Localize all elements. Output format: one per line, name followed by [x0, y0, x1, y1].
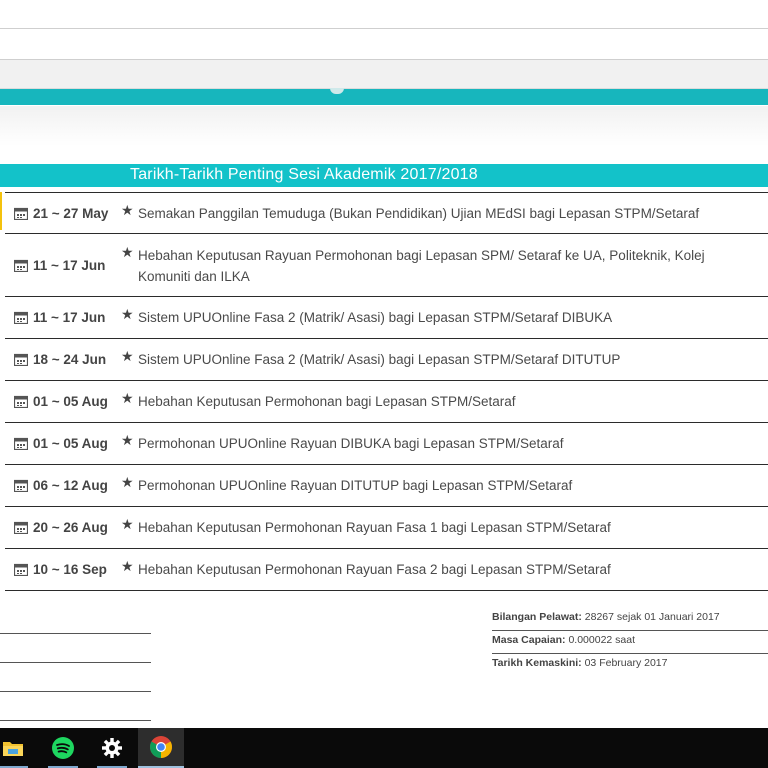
row-date: 01 ~ 05 Aug: [14, 381, 108, 422]
site-teal-bar: [0, 88, 768, 105]
table-row: 10 ~ 16 Sep ★ Hebahan Keputusan Permohon…: [5, 549, 768, 591]
row-date-text: 20 ~ 26 Aug: [33, 520, 108, 535]
star-icon: ★: [121, 390, 134, 406]
last-updated: Tarikh Kemaskini: 03 February 2017: [492, 654, 768, 677]
last-updated-label: Tarikh Kemaskini:: [492, 657, 582, 669]
row-date-text: 11 ~ 17 Jun: [33, 258, 106, 273]
star-icon: ★: [121, 558, 134, 574]
row-date-text: 10 ~ 16 Sep: [33, 562, 107, 577]
table-row: 11 ~ 17 Jun ★ Sistem UPUOnline Fasa 2 (M…: [5, 297, 768, 339]
row-event-text: Hebahan Keputusan Permohonan Rayuan Fasa…: [138, 520, 611, 535]
row-date-text: 21 ~ 27 May: [33, 206, 109, 221]
table-row: 21 ~ 27 May ★ Semakan Panggilan Temuduga…: [5, 192, 768, 234]
row-date: 20 ~ 26 Aug: [14, 507, 108, 548]
star-icon: ★: [121, 432, 134, 448]
taskbar-spotify[interactable]: [40, 728, 86, 768]
row-event: ★ Hebahan Keputusan Rayuan Permohonan ba…: [121, 244, 738, 287]
row-date-text: 11 ~ 17 Jun: [33, 310, 106, 325]
last-updated-value: 03 February 2017: [584, 657, 668, 669]
calendar-icon: [14, 521, 28, 534]
star-icon: ★: [121, 516, 134, 532]
row-event: ★ Hebahan Keputusan Permohonan Rayuan Fa…: [121, 558, 738, 580]
spotify-icon: [52, 737, 74, 759]
row-event: ★ Sistem UPUOnline Fasa 2 (Matrik/ Asasi…: [121, 348, 738, 370]
chrome-icon: [150, 736, 172, 758]
calendar-icon: [14, 311, 28, 324]
header-shadow: [0, 106, 768, 146]
calendar-icon: [14, 259, 28, 272]
row-event: ★ Hebahan Keputusan Permohonan bagi Lepa…: [121, 390, 738, 412]
visitor-count-label: Bilangan Pelawat:: [492, 611, 582, 623]
row-event: ★ Sistem UPUOnline Fasa 2 (Matrik/ Asasi…: [121, 306, 738, 328]
table-row: 11 ~ 17 Jun ★ Hebahan Keputusan Rayuan P…: [5, 234, 768, 297]
row-event: ★ Permohonan UPUOnline Rayuan DITUTUP ba…: [121, 474, 738, 496]
load-time-value: 0.000022 saat: [568, 634, 636, 646]
row-event-text: Hebahan Keputusan Permohonan Rayuan Fasa…: [138, 562, 611, 577]
footer-line: [0, 633, 151, 662]
row-date: 01 ~ 05 Aug: [14, 423, 108, 464]
site-stats: Bilangan Pelawat: 28267 sejak 01 Januari…: [492, 608, 768, 677]
taskbar-settings[interactable]: [89, 728, 135, 768]
settings-gear-icon: [102, 738, 122, 758]
row-date: 06 ~ 12 Aug: [14, 465, 108, 506]
load-time: Masa Capaian: 0.000022 saat: [492, 631, 768, 654]
row-event-text: Sistem UPUOnline Fasa 2 (Matrik/ Asasi) …: [138, 310, 613, 325]
visitor-count: Bilangan Pelawat: 28267 sejak 01 Januari…: [492, 608, 768, 631]
row-event: ★ Semakan Panggilan Temuduga (Bukan Pend…: [121, 202, 738, 224]
row-event: ★ Hebahan Keputusan Permohonan Rayuan Fa…: [121, 516, 738, 538]
browser-address-row[interactable]: [0, 29, 768, 60]
calendar-icon: [14, 353, 28, 366]
visitor-count-value: 28267 sejak 01 Januari 2017: [584, 611, 720, 623]
row-event-text: Hebahan Keputusan Rayuan Permohonan bagi…: [138, 248, 705, 284]
star-icon: ★: [121, 474, 134, 490]
row-date-text: 18 ~ 24 Jun: [33, 352, 107, 367]
row-event-text: Semakan Panggilan Temuduga (Bukan Pendid…: [138, 206, 700, 221]
row-event-text: Permohonan UPUOnline Rayuan DIBUKA bagi …: [138, 436, 564, 451]
row-event-text: Sistem UPUOnline Fasa 2 (Matrik/ Asasi) …: [138, 352, 621, 367]
calendar-icon: [14, 479, 28, 492]
star-icon: ★: [121, 348, 134, 364]
row-date: 21 ~ 27 May: [14, 193, 108, 233]
calendar-icon: [14, 207, 28, 220]
important-dates-header: Tarikh-Tarikh Penting Sesi Akademik 2017…: [0, 164, 768, 187]
table-row: 01 ~ 05 Aug ★ Permohonan UPUOnline Rayua…: [5, 423, 768, 465]
calendar-icon: [14, 437, 28, 450]
row-date: 10 ~ 16 Sep: [14, 549, 107, 590]
footer-line: [0, 691, 151, 720]
row-event: ★ Permohonan UPUOnline Rayuan DIBUKA bag…: [121, 432, 738, 454]
important-dates-table: 21 ~ 27 May ★ Semakan Panggilan Temuduga…: [5, 192, 768, 591]
row-date-text: 01 ~ 05 Aug: [33, 394, 108, 409]
teal-bar-notch: [330, 88, 344, 94]
row-event-text: Permohonan UPUOnline Rayuan DITUTUP bagi…: [138, 478, 573, 493]
row-date-text: 06 ~ 12 Aug: [33, 478, 108, 493]
important-dates-title: Tarikh-Tarikh Penting Sesi Akademik 2017…: [130, 166, 478, 183]
footer-line: [0, 662, 151, 691]
calendar-icon: [14, 563, 28, 576]
taskbar-chrome[interactable]: [138, 728, 184, 768]
site-nav-band: [0, 60, 768, 89]
star-icon: ★: [121, 202, 134, 218]
table-row: 06 ~ 12 Aug ★ Permohonan UPUOnline Rayua…: [5, 465, 768, 507]
file-explorer-icon: [3, 742, 23, 756]
browser-top-strip: [0, 0, 768, 29]
row-date: 18 ~ 24 Jun: [14, 339, 106, 380]
row-date: 11 ~ 17 Jun: [14, 234, 105, 296]
row-event-text: Hebahan Keputusan Permohonan bagi Lepasa…: [138, 394, 516, 409]
side-accent-bar: [0, 192, 2, 230]
os-taskbar: [0, 728, 768, 768]
table-row: 01 ~ 05 Aug ★ Hebahan Keputusan Permohon…: [5, 381, 768, 423]
star-icon: ★: [121, 306, 134, 322]
calendar-icon: [14, 395, 28, 408]
table-row: 20 ~ 26 Aug ★ Hebahan Keputusan Permohon…: [5, 507, 768, 549]
taskbar-file-explorer[interactable]: [0, 728, 36, 768]
table-row: 18 ~ 24 Jun ★ Sistem UPUOnline Fasa 2 (M…: [5, 339, 768, 381]
star-icon: ★: [121, 244, 134, 260]
row-date-text: 01 ~ 05 Aug: [33, 436, 108, 451]
load-time-label: Masa Capaian:: [492, 634, 566, 646]
row-date: 11 ~ 17 Jun: [14, 297, 105, 338]
